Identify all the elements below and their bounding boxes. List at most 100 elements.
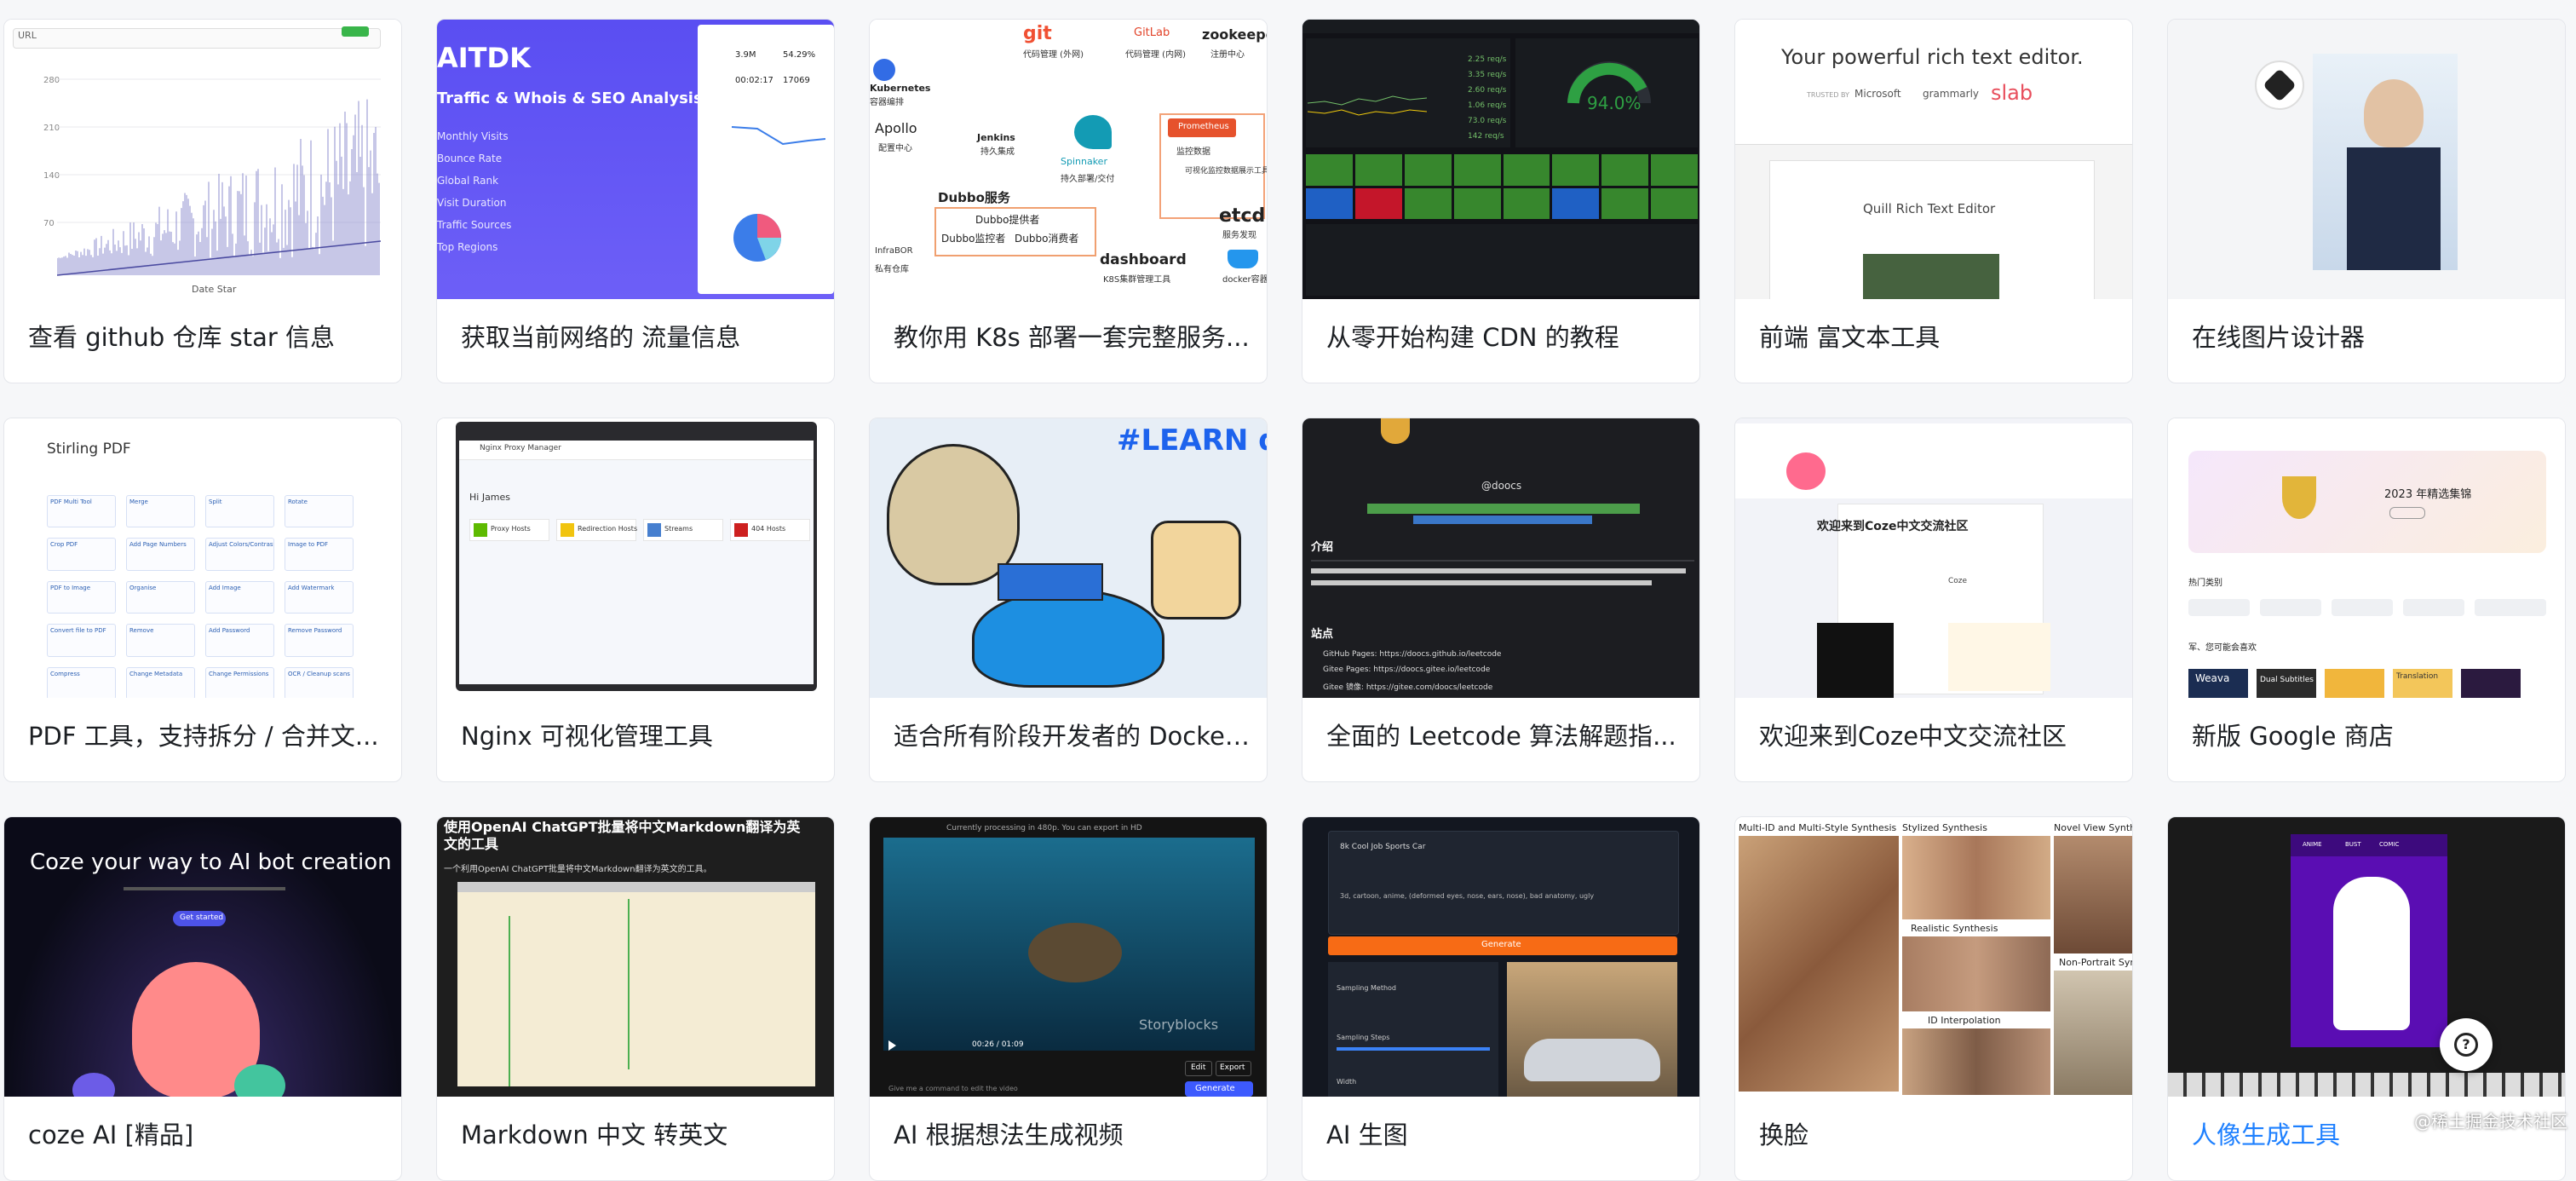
card-quill[interactable]: Your powerful rich text editor. TRUSTED …	[1734, 19, 2133, 383]
star-chart	[57, 78, 381, 276]
designer-logo-icon	[2255, 60, 2304, 110]
negative-prompt-input[interactable]: 3d, cartoon, anime, (deformed eyes, nose…	[1340, 892, 1594, 900]
store-banner: 2023 年精选集锦	[2188, 451, 2546, 553]
tool-grid: PDF Multi Tool Merge Split Rotate Crop PDF Ad…	[47, 495, 354, 698]
tool-tile[interactable]: Add Page Numbers	[126, 538, 195, 571]
tool-tile[interactable]: Rotate	[285, 495, 354, 528]
thumbnail-portrait: ANIME BUST COMIC	[2168, 817, 2565, 1097]
tool-tile[interactable]: Add Watermark	[285, 580, 354, 614]
card-title: 获取当前网络的 流量信息	[461, 323, 741, 352]
tool-tile[interactable]: Adjust Colors/Contrast	[205, 538, 274, 571]
card-ai-image[interactable]: 8k Cool Job Sports Car 3d, cartoon, anim…	[1302, 816, 1700, 1181]
generate-button[interactable]: Generate	[1481, 940, 1521, 949]
thumbnail-github-star: URL 280 210 140 70 Date Star	[4, 20, 401, 299]
get-started-button[interactable]: Get started	[180, 913, 223, 922]
quill-headline: Your powerful rich text editor.	[1781, 45, 2084, 69]
status-grid	[1306, 154, 1698, 219]
card-cdn[interactable]: 2.25 req/s 3.35 req/s 2.60 req/s 1.06 re…	[1302, 19, 1700, 383]
blob-mascot	[72, 1073, 115, 1097]
chart-legend: Date Star	[192, 284, 237, 295]
video-prompt-input[interactable]: Give me a command to edit the video	[888, 1085, 1018, 1092]
portrait-grid	[1739, 836, 1899, 1092]
card-k8s[interactable]: git 代码管理 (外网) GitLab 代码管理 (内网) zookeeper…	[869, 19, 1268, 383]
stat-label: Streams	[664, 525, 693, 533]
site-link[interactable]: Gitee Pages: https://doocs.gitee.io/leet…	[1323, 665, 1490, 674]
play-icon[interactable]	[888, 1040, 896, 1051]
pie-chart	[733, 214, 781, 262]
tool-tile[interactable]: OCR / Cleanup scans	[285, 666, 354, 698]
card-markdown[interactable]: 使用OpenAI ChatGPT批量将中文Markdown翻译为英文的工具 一个…	[436, 816, 835, 1181]
card-ai-video[interactable]: Currently processing in 480p. You can ex…	[869, 816, 1268, 1181]
diagram-label: GitLab	[1134, 26, 1170, 39]
diagram-label: git	[1023, 23, 1052, 44]
section-heading: 站点	[1311, 628, 1334, 641]
diagram-label: K8S集群管理工具	[1103, 275, 1171, 285]
diagram-label: docker容器	[1222, 275, 1267, 285]
tool-tile[interactable]: Crop PDF	[47, 538, 116, 571]
generated-image	[1507, 962, 1677, 1097]
card-coze-cn[interactable]: 欢迎来到Coze中文交流社区 Coze 欢迎来到Coze中文交流社区	[1734, 418, 2133, 782]
card-docker[interactable]: #LEARN doc 适合所有阶段开发者的 Docker...	[869, 418, 1268, 782]
stat-value: 17069	[783, 76, 810, 85]
video-player: Storyblocks	[883, 838, 1255, 1051]
diagram-label: 容器编排	[870, 98, 904, 107]
stat-label: 404 Hosts	[751, 525, 786, 533]
banner-title: 2023 年精选集锦	[2384, 488, 2472, 501]
tool-tile[interactable]: Add Image	[205, 580, 274, 614]
tab-anime[interactable]: ANIME	[2303, 841, 2322, 848]
site-link[interactable]: GitHub Pages: https://doocs.github.io/le…	[1323, 650, 1501, 659]
section-heading: 介绍	[1311, 541, 1334, 554]
tool-tile[interactable]: Merge	[126, 495, 195, 528]
rate-value: 2.25 req/s	[1468, 55, 1507, 64]
card-title: PDF 工具，支持拆分 / 合并文...	[28, 722, 379, 751]
card-faceswap[interactable]: Multi-ID and Multi-Style Synthesis Styli…	[1734, 816, 2133, 1181]
tool-tile[interactable]: Compress	[47, 666, 116, 698]
coze-heading: 欢迎来到Coze中文交流社区	[1817, 520, 1969, 533]
card-nginx[interactable]: Nginx Proxy Manager Hi James Proxy Hosts…	[436, 418, 835, 782]
export-button[interactable]: Export	[1220, 1063, 1245, 1072]
card-coze-ai[interactable]: Coze your way to AI bot creation Get sta…	[3, 816, 402, 1181]
tool-tile[interactable]: Remove	[126, 624, 195, 657]
card-aitdk[interactable]: AITDK Traffic & Whois & SEO Analysis Mon…	[436, 19, 835, 383]
card-github-star[interactable]: URL 280 210 140 70 Date Star 查看 github 仓…	[3, 19, 402, 383]
tool-tile[interactable]: Change Metadata	[126, 666, 195, 698]
watermark: @稀土掘金技术社区	[2414, 1111, 2567, 1132]
site-link[interactable]: Gitee 镜像: https://gitee.com/doocs/leetco…	[1323, 681, 1492, 692]
tab-bust[interactable]: BUST	[2345, 841, 2361, 848]
tool-tile[interactable]: Organise	[126, 580, 195, 614]
help-button[interactable]: ?	[2440, 1018, 2493, 1071]
thumbnail-image-designer	[2168, 20, 2565, 299]
prompt-input[interactable]: 8k Cool Job Sports Car	[1340, 843, 1425, 851]
blob-mascot	[234, 1064, 285, 1097]
section-label: Stylized Synthesis	[1902, 822, 1987, 833]
card-image-designer[interactable]: 在线图片设计器	[2167, 19, 2566, 383]
aitdk-menu: Bounce Rate	[437, 153, 503, 164]
tool-tile[interactable]: Remove Password	[285, 624, 354, 657]
generate-button[interactable]: Generate	[1195, 1084, 1235, 1093]
tool-tile[interactable]: PDF to Image	[47, 580, 116, 614]
card-title: Markdown 中文 转英文	[461, 1121, 728, 1149]
section-label: ID Interpolation	[1928, 1015, 2001, 1026]
tool-tile[interactable]: Add Password	[205, 624, 274, 657]
card-google-store[interactable]: 2023 年精选集锦 热门类别 军、您可能会喜欢 Weava Dual Subt…	[2167, 418, 2566, 782]
stat-value: 3.9M	[735, 50, 756, 60]
section-heading: 军、您可能会喜欢	[2188, 643, 2257, 653]
card-leetcode[interactable]: @doocs 介绍 站点 GitHub Pages: https://doocs…	[1302, 418, 1700, 782]
tool-tile[interactable]: Convert file to PDF	[47, 624, 116, 657]
card-title: 欢迎来到Coze中文交流社区	[1759, 722, 2067, 751]
app-name: Dual Subtitles	[2260, 676, 2314, 684]
tool-tile[interactable]: Split	[205, 495, 274, 528]
tool-tile[interactable]: Image to PDF	[285, 538, 354, 571]
url-label: URL	[18, 30, 37, 41]
card-stirling-pdf[interactable]: Stirling PDF PDF Multi Tool Merge Split Rot…	[3, 418, 402, 782]
tool-tile[interactable]: PDF Multi Tool	[47, 495, 116, 528]
tool-tile[interactable]: Change Permissions	[205, 666, 274, 698]
card-title: 全面的 Leetcode 算法解题指...	[1326, 722, 1676, 751]
diagram-label: Dubbo消费者	[1015, 233, 1079, 245]
edit-button[interactable]: Edit	[1191, 1063, 1205, 1072]
portrait-grid	[1902, 836, 2050, 919]
thumbnail-cdn: 2.25 req/s 3.35 req/s 2.60 req/s 1.06 re…	[1302, 20, 1699, 299]
editor-window: Quill Rich Text Editor	[1735, 144, 2132, 299]
tab-comic[interactable]: COMIC	[2379, 841, 2399, 848]
leetcode-brand: @doocs	[1481, 480, 1522, 492]
